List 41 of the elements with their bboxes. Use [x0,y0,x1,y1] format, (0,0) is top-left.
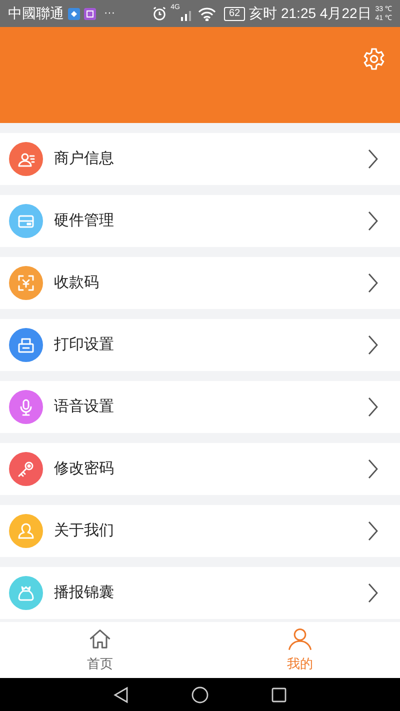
menu-item[interactable]: 关于我们 [0,505,400,557]
tab[interactable]: 首页 [0,622,200,678]
menu-item[interactable]: 收款码 [0,257,400,309]
person-icon [287,626,313,652]
menu-item-label: 关于我们 [54,520,115,541]
menu-item-label: 商户信息 [54,148,115,169]
menu-item-label: 打印设置 [54,334,115,355]
menu-item-label: 硬件管理 [54,210,115,231]
chevron-right-icon [368,583,378,603]
key-icon [16,459,36,479]
clock-text: 亥时 21:25 4月22日 [249,4,372,23]
menu-item[interactable]: 语音设置 [0,381,400,433]
menu-item[interactable]: 播报锦囊 [0,567,400,619]
back-icon[interactable] [113,686,129,704]
menu-item[interactable]: 打印设置 [0,319,400,371]
alarm-icon [152,6,167,21]
menu-item[interactable]: 硬件管理 [0,195,400,247]
person-outline-icon [16,521,36,541]
menu-item-label: 语音设置 [54,396,115,417]
menu-item-label: 收款码 [54,272,100,293]
carrier-name: 中國聯通 [8,4,64,23]
chevron-right-icon [368,335,378,355]
chevron-right-icon [368,149,378,169]
battery-indicator: 62 [224,6,246,20]
chevron-right-icon [368,273,378,293]
chevron-right-icon [368,521,378,541]
menu-item[interactable]: 商户信息 [0,133,400,185]
settings-icon[interactable] [362,47,386,71]
recents-icon[interactable] [271,686,287,702]
scan-icon [16,273,36,293]
chevron-right-icon [368,459,378,479]
app-notification-icon [84,8,96,20]
more-notifications: ··· [104,6,115,22]
wifi-icon [198,6,216,20]
app-notification-icon [68,8,80,20]
chevron-right-icon [368,397,378,417]
menu-item[interactable]: 修改密码 [0,443,400,495]
chevron-right-icon [368,211,378,231]
home-icon[interactable] [191,686,209,704]
menu-item-label: 修改密码 [54,458,115,479]
menu-item-label: 播报锦囊 [54,582,115,603]
